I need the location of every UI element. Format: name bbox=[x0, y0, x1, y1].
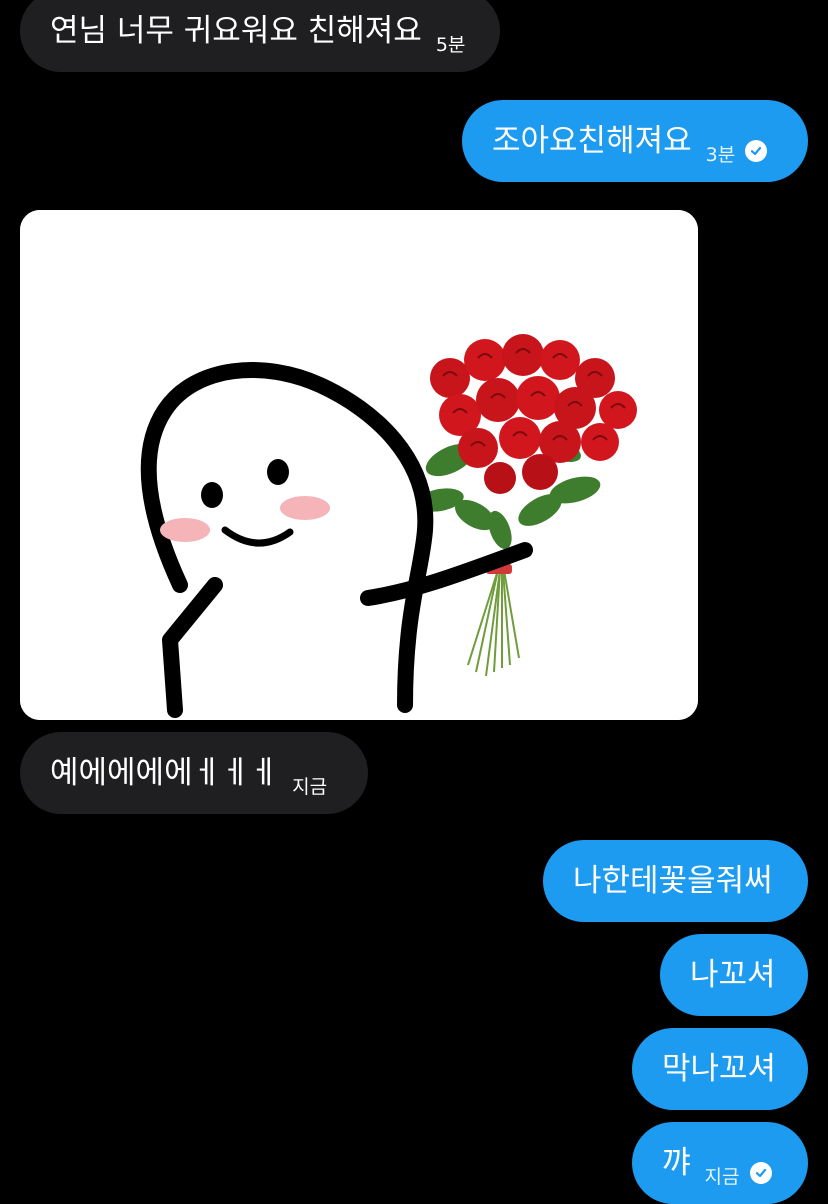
sent-message[interactable]: 나꼬셔 bbox=[660, 934, 808, 1016]
sent-message[interactable]: 꺄 지금 bbox=[632, 1122, 808, 1204]
sent-message[interactable]: 나한테꽃을줘써 bbox=[543, 840, 808, 922]
stick-figure-holding-rose-bouquet bbox=[20, 210, 698, 720]
message-text: 예에에에에ㅔㅔㅔ bbox=[50, 754, 279, 791]
message-text: 막나꼬셔 bbox=[662, 1050, 777, 1087]
received-message[interactable]: 예에에에에ㅔㅔㅔ 지금 bbox=[20, 732, 368, 814]
message-text: 나꼬셔 bbox=[690, 956, 776, 993]
message-text: 나한테꽃을줘써 bbox=[573, 862, 773, 899]
message-text: 연님 너무 귀요워요 친해져요 bbox=[50, 12, 422, 49]
sent-message[interactable]: 막나꼬셔 bbox=[632, 1028, 808, 1110]
message-timestamp: 지금 bbox=[292, 775, 328, 798]
message-timestamp: 지금 bbox=[704, 1165, 740, 1188]
message-text: 조아요친해져요 bbox=[492, 122, 692, 159]
sent-message[interactable]: 조아요친해져요 3분 bbox=[462, 100, 808, 182]
message-timestamp: 5분 bbox=[435, 33, 466, 56]
check-circle-icon bbox=[749, 1162, 772, 1184]
message-text: 꺄 bbox=[662, 1144, 691, 1181]
image-attachment[interactable] bbox=[20, 210, 698, 720]
received-message[interactable]: 연님 너무 귀요워요 친해져요 5분 bbox=[20, 0, 500, 72]
check-circle-icon bbox=[745, 140, 768, 162]
message-timestamp: 3분 bbox=[705, 143, 736, 166]
